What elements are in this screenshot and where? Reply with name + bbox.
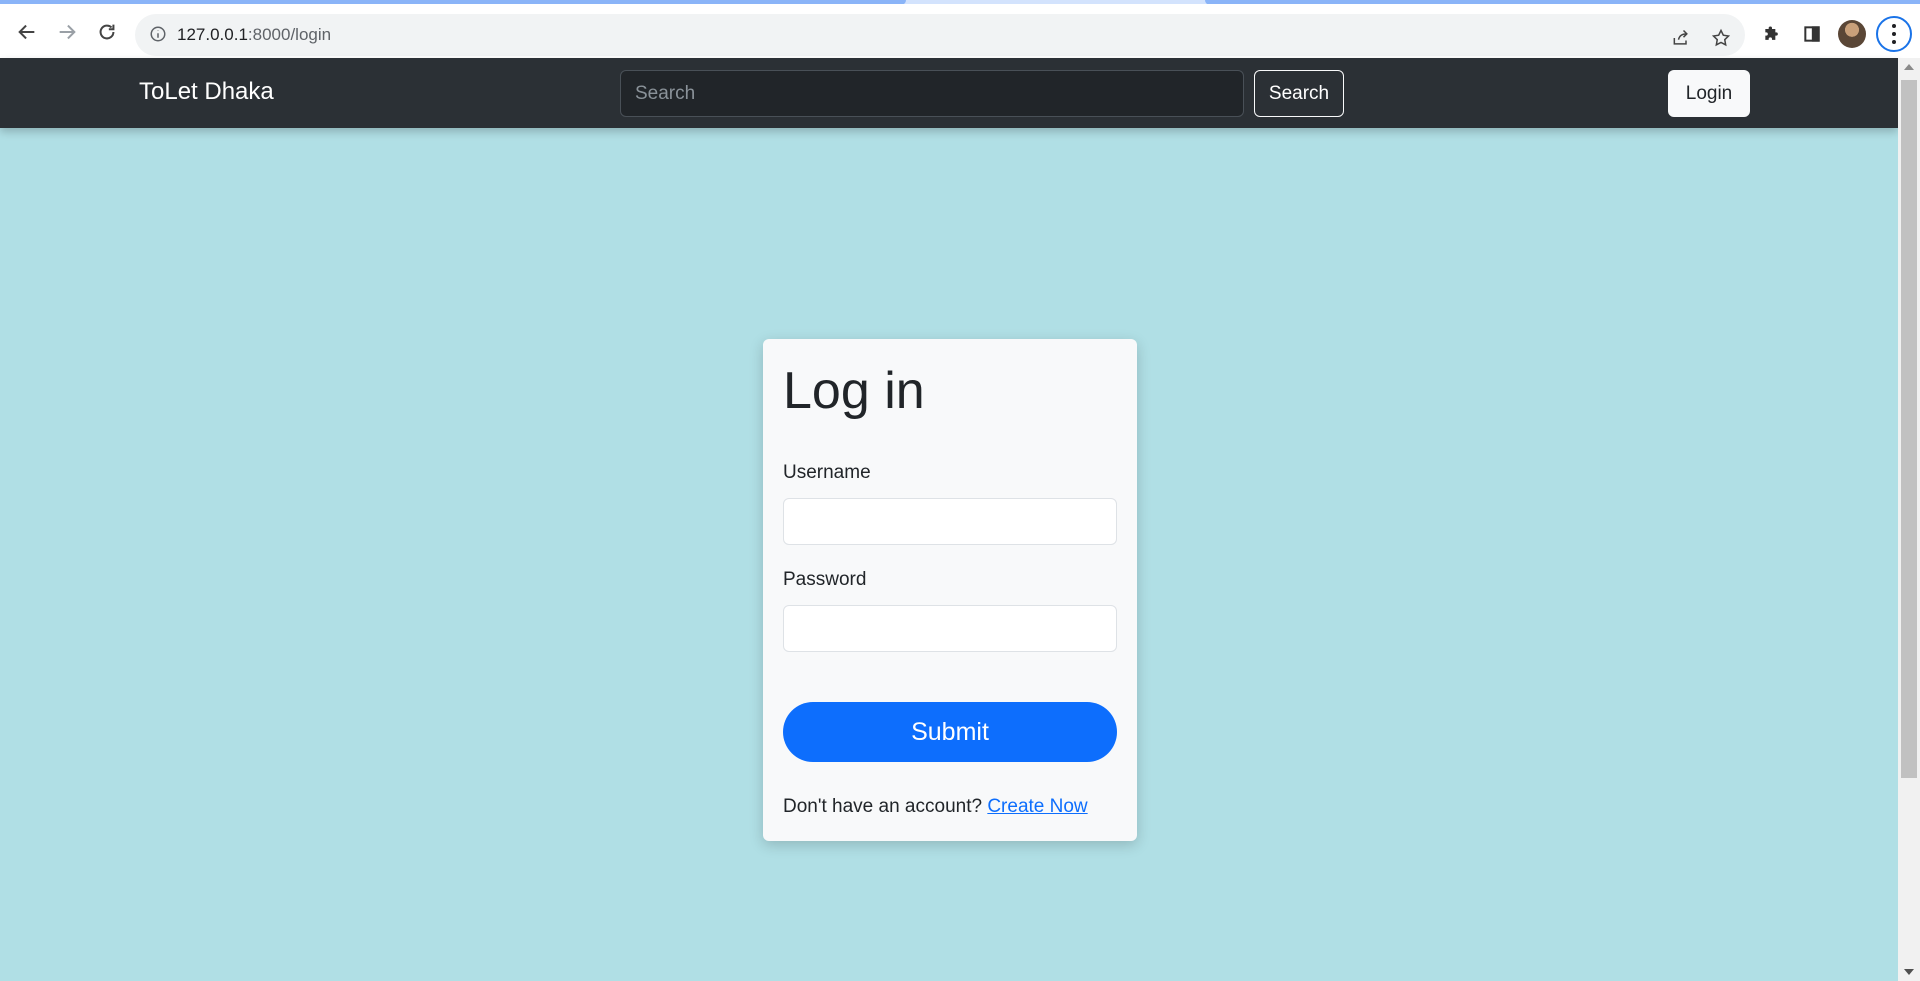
submit-button[interactable]: Submit bbox=[783, 702, 1117, 762]
search-input[interactable] bbox=[620, 70, 1244, 117]
password-label: Password bbox=[783, 569, 867, 590]
profile-avatar[interactable] bbox=[1838, 20, 1866, 48]
username-label: Username bbox=[783, 462, 871, 483]
login-card: Log in Username Password Submit Don't ha… bbox=[763, 339, 1137, 841]
extensions-puzzle-icon[interactable] bbox=[1758, 20, 1786, 48]
scroll-thumb[interactable] bbox=[1901, 80, 1917, 778]
scroll-up-arrow-icon[interactable] bbox=[1904, 64, 1914, 70]
bookmark-star-icon[interactable] bbox=[1707, 24, 1735, 52]
password-field[interactable] bbox=[783, 605, 1117, 652]
url-host: 127.0.0.1 bbox=[177, 25, 248, 44]
back-icon[interactable] bbox=[13, 18, 41, 46]
login-button[interactable]: Login bbox=[1668, 70, 1750, 117]
side-panel-icon[interactable] bbox=[1798, 20, 1826, 48]
page-title: Log in bbox=[783, 362, 925, 420]
site-info-icon[interactable] bbox=[149, 25, 167, 43]
url-path: :8000/login bbox=[247, 25, 332, 44]
signup-prompt-text: Don't have an account? bbox=[783, 796, 983, 817]
url-text: 127.0.0.1:8000/login bbox=[177, 25, 331, 45]
share-icon[interactable] bbox=[1667, 24, 1695, 52]
reload-icon[interactable] bbox=[93, 18, 121, 46]
page-scrollbar[interactable] bbox=[1898, 58, 1920, 981]
scroll-down-arrow-icon[interactable] bbox=[1904, 969, 1914, 975]
username-field[interactable] bbox=[783, 498, 1117, 545]
forward-icon[interactable] bbox=[53, 18, 81, 46]
address-bar[interactable]: 127.0.0.1:8000/login bbox=[135, 14, 1745, 56]
brand-logo[interactable]: ToLet Dhaka bbox=[139, 78, 274, 106]
site-navbar: ToLet Dhaka Search Login bbox=[0, 58, 1898, 128]
browser-menu-icon[interactable] bbox=[1876, 16, 1912, 52]
browser-toolbar: 127.0.0.1:8000/login bbox=[0, 4, 1920, 58]
search-button[interactable]: Search bbox=[1254, 70, 1344, 117]
create-account-link[interactable]: Create Now bbox=[987, 796, 1087, 817]
signup-prompt: Don't have an account? Create Now bbox=[783, 796, 1088, 818]
